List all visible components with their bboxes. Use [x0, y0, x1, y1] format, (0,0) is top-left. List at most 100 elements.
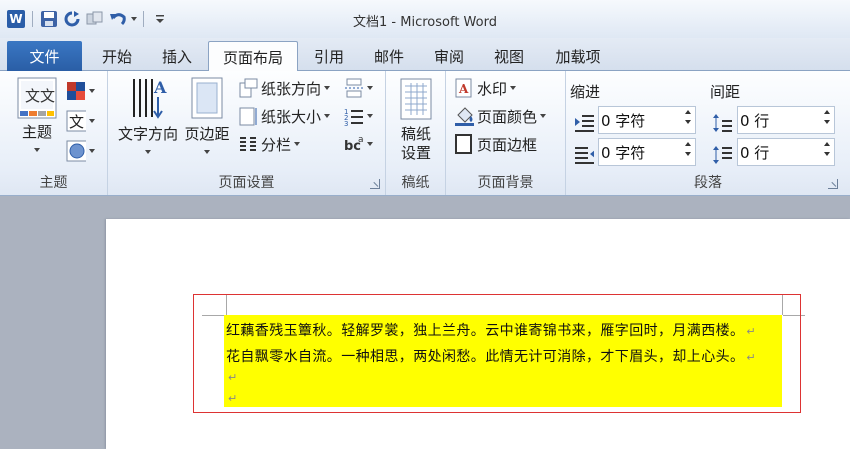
theme-colors-button[interactable] [66, 79, 95, 103]
theme-fonts-button[interactable]: 文 [66, 109, 95, 133]
theme-effects-icon [66, 140, 86, 162]
text-line-1-content: 红藕香残玉簟秋。轻解罗裳，独上兰舟。云中谁寄锦书来，雁字回时，月满西楼。 [226, 323, 745, 339]
themes-dropdown-icon [34, 148, 40, 152]
page-borders-button[interactable]: 页面边框 [454, 132, 537, 156]
page-color-button[interactable]: 页面颜色 [454, 104, 547, 128]
spin-down-icon[interactable] [824, 120, 830, 124]
text-direction-label: 文字方向 [117, 125, 178, 143]
spin-down-icon[interactable] [685, 120, 691, 124]
paragraph-mark-icon: ↵ [228, 392, 238, 405]
indent-left-icon [574, 113, 594, 133]
watermark-icon: A [454, 78, 474, 98]
tab-page-layout[interactable]: 页面布局 [208, 41, 298, 72]
draft-paper-icon [399, 77, 433, 125]
paragraph-mark-icon: ↵ [746, 351, 757, 364]
svg-text:文: 文 [69, 113, 84, 131]
draft-settings-label-2: 设置 [400, 144, 431, 162]
document-area[interactable]: 红藕香残玉簟秋。轻解罗裳，独上兰舟。云中谁寄锦书来，雁字回时，月满西楼。 ↵ 花自… [0, 196, 850, 449]
tab-file[interactable]: 文件 [7, 41, 82, 71]
group-page-setup: A 文字方向 页边距 纸张方向 纸张大小 分栏 1 2 3 bc a 页面设置 [108, 71, 386, 195]
spin-up-icon[interactable] [685, 142, 691, 146]
spacing-before-icon [712, 113, 732, 133]
text-direction-button[interactable]: A 文字方向 [112, 75, 184, 154]
size-dropdown-icon [324, 114, 331, 118]
text-line-2[interactable]: 花自飘零水自流。一种相思，两处闲愁。此情无计可消除，才下眉头，却上心头。 ↵ [226, 346, 756, 366]
ribbon-tab-bar: 文件 开始 插入 页面布局 引用 邮件 审阅 视图 加载项 [0, 38, 850, 72]
page-color-dropdown-icon [540, 114, 547, 118]
columns-icon [238, 134, 258, 154]
tab-view[interactable]: 视图 [480, 41, 538, 71]
theme-fonts-dropdown-icon [89, 119, 95, 123]
themes-button[interactable]: 文文 主题 [12, 77, 62, 152]
hyphenation-dropdown-icon [367, 142, 373, 146]
spacing-after-spinner[interactable] [824, 142, 830, 156]
document-page[interactable]: 红藕香残玉簟秋。轻解罗裳，独上兰舟。云中谁寄锦书来，雁字回时，月满西楼。 ↵ 花自… [106, 219, 850, 449]
line-numbers-dropdown-icon [367, 114, 373, 118]
orientation-label: 纸张方向 [261, 79, 322, 98]
paragraph-launcher-icon[interactable] [828, 179, 838, 189]
draft-settings-button[interactable]: 稿纸 设置 [392, 77, 440, 163]
margins-button[interactable]: 页边距 [180, 75, 234, 154]
columns-button[interactable]: 分栏 [238, 132, 301, 156]
indent-right-field[interactable]: 0 字符 [598, 138, 696, 166]
orientation-button[interactable]: 纸张方向 [238, 76, 331, 100]
indent-left-spinner[interactable] [685, 110, 691, 124]
tab-insert[interactable]: 插入 [148, 41, 206, 71]
text-direction-dropdown-icon [145, 150, 151, 154]
theme-fonts-icon: 文 [66, 110, 86, 132]
title-bar: W 文档1 - Microsoft Word [0, 0, 850, 38]
group-label-page-setup: 页面设置 [218, 175, 275, 191]
empty-paragraph-1[interactable]: ↵ [226, 369, 238, 385]
line-numbers-button[interactable]: 123 [344, 104, 373, 128]
indent-right-spinner[interactable] [685, 142, 691, 156]
indent-right-value: 0 字符 [601, 143, 646, 162]
orientation-icon [238, 78, 258, 98]
tab-addins[interactable]: 加载项 [540, 41, 616, 71]
tab-mailings[interactable]: 邮件 [360, 41, 418, 71]
text-line-2-content: 花自飘零水自流。一种相思，两处闲愁。此情无计可消除，才下眉头，却上心头。 [226, 349, 745, 365]
svg-text:3: 3 [344, 120, 348, 126]
page-color-label: 页面颜色 [477, 107, 538, 126]
spin-down-icon[interactable] [685, 152, 691, 156]
spacing-before-spinner[interactable] [824, 110, 830, 124]
tab-review[interactable]: 审阅 [420, 41, 478, 71]
page-borders-icon [454, 134, 474, 154]
spacing-before-field[interactable]: 0 行 [737, 106, 835, 134]
hyphenation-icon: bca- [344, 134, 364, 154]
watermark-button[interactable]: A 水印 [454, 76, 517, 100]
size-button[interactable]: 纸张大小 [238, 104, 331, 128]
size-icon [238, 106, 258, 126]
page-borders-label: 页面边框 [477, 135, 538, 154]
theme-colors-dropdown-icon [89, 89, 95, 93]
empty-paragraph-2[interactable]: ↵ [226, 390, 238, 406]
hyphenation-button[interactable]: bca- [344, 132, 373, 156]
paragraph-mark-icon: ↵ [746, 325, 757, 338]
spin-down-icon[interactable] [824, 152, 830, 156]
spacing-after-icon [712, 145, 732, 165]
theme-effects-button[interactable] [66, 139, 95, 163]
columns-dropdown-icon [294, 142, 301, 146]
margins-icon [189, 75, 225, 125]
indent-left-field[interactable]: 0 字符 [598, 106, 696, 134]
indent-right-icon [574, 145, 594, 165]
svg-text:A: A [458, 82, 469, 96]
breaks-dropdown-icon [367, 86, 373, 90]
themes-icon: 文文 [17, 77, 57, 123]
spin-up-icon[interactable] [685, 110, 691, 114]
orientation-dropdown-icon [324, 86, 331, 90]
text-line-1[interactable]: 红藕香残玉簟秋。轻解罗裳，独上兰舟。云中谁寄锦书来，雁字回时，月满西楼。 ↵ [226, 320, 756, 340]
spacing-after-field[interactable]: 0 行 [737, 138, 835, 166]
columns-label: 分栏 [261, 135, 292, 154]
tab-references[interactable]: 引用 [300, 41, 358, 71]
svg-text:a-: a- [358, 135, 364, 145]
spin-up-icon[interactable] [824, 110, 830, 114]
spin-up-icon[interactable] [824, 142, 830, 146]
page-setup-launcher-icon[interactable] [370, 179, 380, 189]
themes-label: 主题 [21, 123, 52, 141]
tab-home[interactable]: 开始 [88, 41, 146, 71]
spacing-after-value: 0 行 [740, 143, 770, 162]
group-label-paragraph: 段落 [694, 175, 722, 191]
breaks-button[interactable] [344, 76, 373, 100]
group-paragraph: 缩进 间距 0 字符 0 字符 0 行 0 行 段落 [566, 71, 850, 195]
group-label-themes: 主题 [39, 175, 68, 191]
